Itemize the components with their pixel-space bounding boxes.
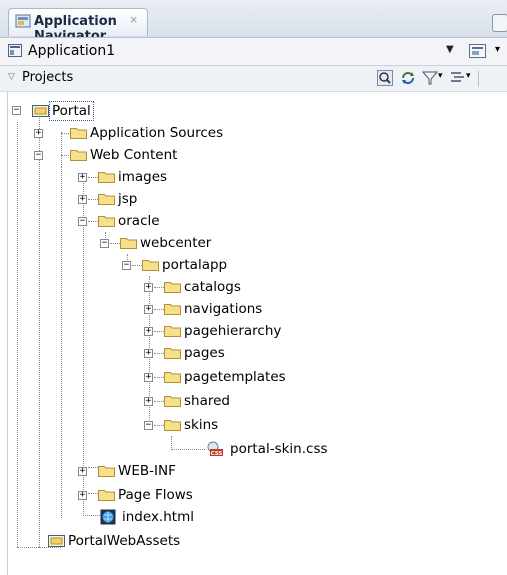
projects-panel-header: ▽ Projects ▾ ▾ — [0, 66, 507, 92]
projects-title: Projects — [22, 70, 74, 85]
sort-options-icon[interactable] — [450, 70, 466, 86]
toolbar-divider — [478, 71, 479, 87]
tree-toggle-web-content[interactable]: − — [34, 151, 43, 160]
filter-dropdown-icon[interactable]: ▾ — [438, 71, 443, 81]
folder-icon — [164, 282, 181, 293]
tree-toggle-navigations[interactable]: + — [144, 305, 153, 314]
tree-toggle-shared[interactable]: + — [144, 397, 153, 406]
application-selector-bar: Application1 ▼ ▾ — [0, 37, 507, 66]
tab-bar: Application Navigator × — [0, 0, 507, 44]
folder-icon — [120, 238, 137, 249]
folder-icon — [98, 216, 115, 227]
folder-icon — [164, 326, 181, 337]
application-navigator-icon — [15, 14, 31, 28]
folder-icon — [164, 420, 181, 431]
application-menu-dropdown-icon[interactable]: ▾ — [495, 44, 500, 55]
folder-icon — [70, 150, 87, 161]
find-icon[interactable] — [377, 70, 393, 86]
folder-icon — [164, 348, 181, 359]
tab-application-navigator[interactable]: Application Navigator × — [8, 8, 148, 44]
application-folder-icon — [32, 105, 49, 117]
folder-icon — [164, 396, 181, 407]
folder-icon — [164, 372, 181, 383]
folder-icon — [98, 172, 115, 183]
folder-icon — [164, 304, 181, 315]
svg-text:CSS: CSS — [211, 451, 223, 457]
refresh-icon[interactable] — [400, 70, 416, 86]
tree-toggle-application-sources[interactable]: + — [34, 129, 43, 138]
sort-dropdown-icon[interactable]: ▾ — [466, 71, 471, 81]
tree-toggle-webcenter[interactable]: − — [100, 239, 109, 248]
tree-toggle-skins[interactable]: − — [144, 421, 153, 430]
minimize-button[interactable] — [492, 14, 507, 32]
filter-icon[interactable] — [422, 70, 438, 86]
tree-toggle-pagetemplates[interactable]: + — [144, 373, 153, 382]
tree-toggle-portalapp[interactable]: − — [122, 261, 131, 270]
folder-icon — [142, 260, 159, 271]
application-folder-icon — [48, 535, 65, 547]
tree-toggle-jsp[interactable]: + — [78, 195, 87, 204]
html-file-icon — [100, 509, 116, 525]
folder-icon — [98, 490, 115, 501]
chevron-down-icon[interactable]: ▼ — [446, 44, 454, 55]
tree-toggle-page-flows[interactable]: + — [78, 491, 87, 500]
application-select[interactable]: Application1 — [28, 43, 115, 59]
css-file-icon: CSS — [207, 441, 223, 457]
project-tree: Portal − Application Sources + Web Conte… — [12, 101, 328, 549]
tree-toggle-oracle[interactable]: − — [78, 217, 87, 226]
tree-toggle-portal[interactable]: − — [12, 106, 21, 115]
folder-icon — [70, 128, 87, 139]
tree-toggle-pagehierarchy[interactable]: + — [144, 327, 153, 336]
close-icon[interactable]: × — [129, 13, 138, 26]
application-icon — [8, 44, 22, 57]
collapse-triangle-icon[interactable]: ▽ — [8, 72, 15, 82]
folder-icon — [98, 194, 115, 205]
tree-toggle-web-inf[interactable]: + — [78, 467, 87, 476]
tree-toggle-pages[interactable]: + — [144, 349, 153, 358]
folder-icon — [98, 466, 115, 477]
application-menu-icon[interactable] — [468, 43, 488, 60]
tree-toggle-images[interactable]: + — [78, 173, 87, 182]
tree-toggle-catalogs[interactable]: + — [144, 283, 153, 292]
